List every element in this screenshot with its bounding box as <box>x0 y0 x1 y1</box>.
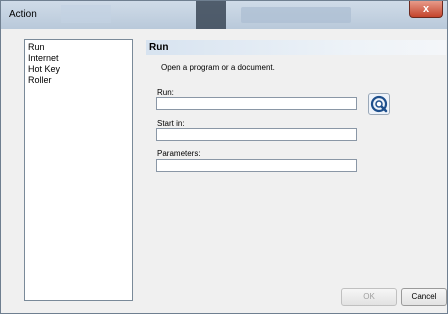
start-in-label: Start in: <box>157 119 185 128</box>
ok-button[interactable]: OK <box>341 288 397 306</box>
browse-button[interactable] <box>368 93 390 115</box>
close-icon: x <box>422 3 430 15</box>
list-item-roller[interactable]: Roller <box>28 75 129 86</box>
window-title: Action <box>9 9 37 20</box>
panel-description: Open a program or a document. <box>161 63 275 72</box>
list-item-run[interactable]: Run <box>28 42 129 53</box>
cancel-button[interactable]: Cancel <box>401 288 447 306</box>
list-item-internet[interactable]: Internet <box>28 53 129 64</box>
background-blur <box>61 5 111 23</box>
list-item-hot-key[interactable]: Hot Key <box>28 64 129 75</box>
background-blur <box>196 1 226 29</box>
action-type-list[interactable]: Run Internet Hot Key Roller <box>24 39 133 301</box>
browse-icon <box>370 95 388 113</box>
background-blur <box>241 7 351 23</box>
panel-title: Run <box>149 42 169 53</box>
run-label: Run: <box>157 88 174 97</box>
parameters-field[interactable] <box>156 159 357 172</box>
parameters-label: Parameters: <box>157 149 201 158</box>
panel-header: Run <box>146 40 446 55</box>
action-dialog: Action x Run Internet Hot Key Roller Run… <box>0 0 448 314</box>
start-in-field[interactable] <box>156 128 357 141</box>
title-bar: Action x <box>1 1 447 29</box>
close-button[interactable]: x <box>409 1 443 18</box>
run-field[interactable] <box>156 97 357 110</box>
